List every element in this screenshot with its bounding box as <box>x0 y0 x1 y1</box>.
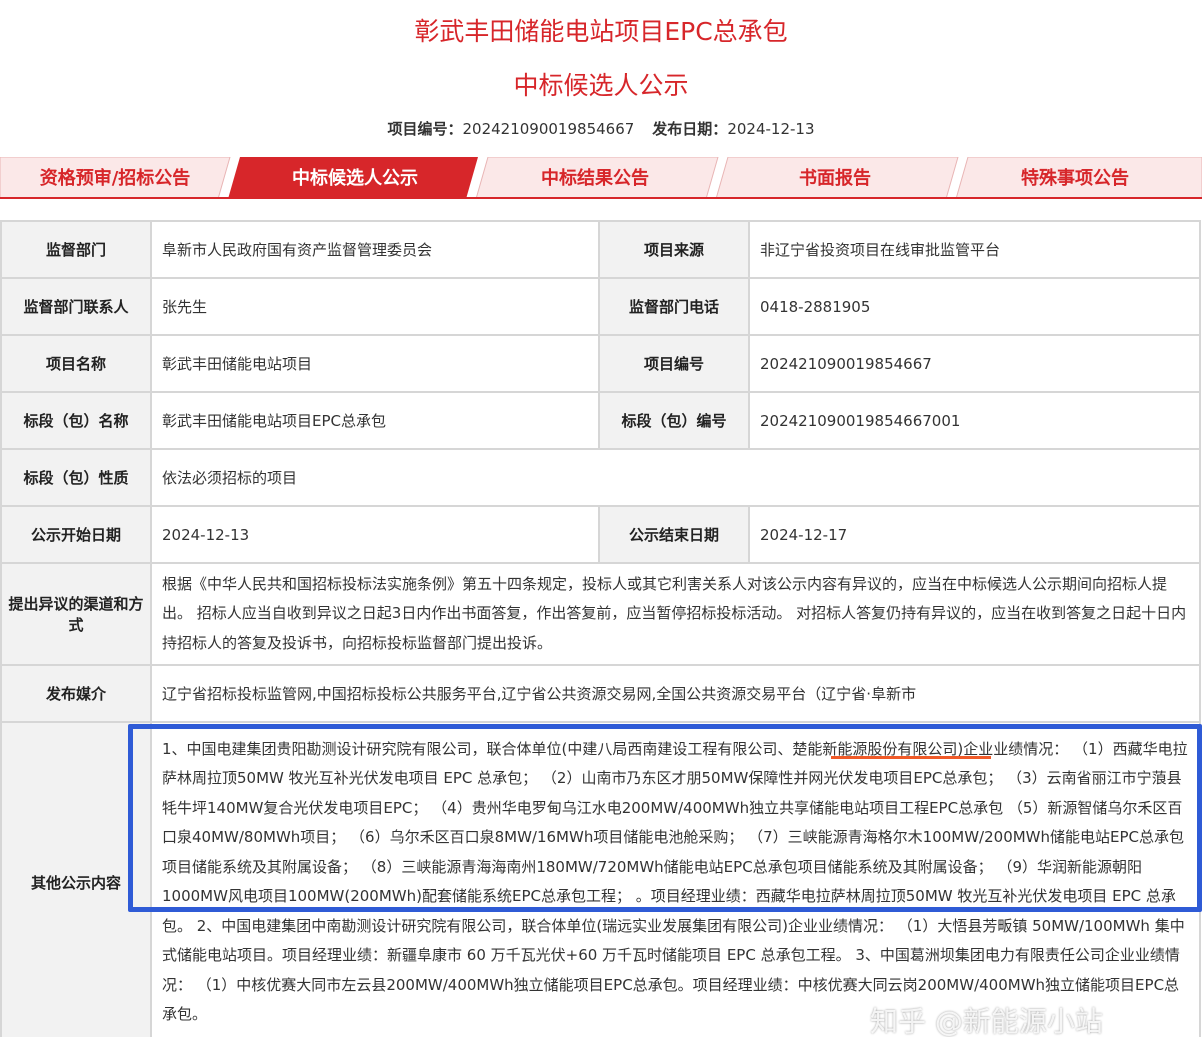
project-meta: 项目编号：202421090019854667 发布日期：2024-12-13 <box>0 118 1202 139</box>
section-no-label: 标段（包）编号 <box>598 391 750 450</box>
table-row: 公示开始日期 2024-12-13 公示结束日期 2024-12-17 <box>0 505 1201 564</box>
tab-result-notice[interactable]: 中标结果公告 <box>480 157 710 199</box>
project-no-cell-label: 项目编号 <box>598 334 750 393</box>
end-date-label: 公示结束日期 <box>598 505 750 564</box>
end-date-value: 2024-12-17 <box>748 505 1201 564</box>
table-row: 项目名称 彰武丰田储能电站项目 项目编号 202421090019854667 <box>0 334 1201 393</box>
project-no-value: 202421090019854667 <box>462 120 635 138</box>
start-date-value: 2024-12-13 <box>150 505 600 564</box>
page-subtitle: 中标候选人公示 <box>513 71 689 100</box>
contact-value: 张先生 <box>150 277 600 336</box>
other-content-value: 1、中国电建集团贵阳勘测设计研究院有限公司，联合体单位(中建八局西南建设工程有限… <box>150 721 1201 1037</box>
phone-value: 0418-2881905 <box>748 277 1201 336</box>
table-row: 标段（包）性质 依法必须招标的项目 <box>0 448 1201 507</box>
publish-date-value: 2024-12-13 <box>727 120 815 138</box>
media-label: 发布媒介 <box>0 664 152 723</box>
project-name-label: 项目名称 <box>0 334 152 393</box>
section-nature-label: 标段（包）性质 <box>0 448 152 507</box>
media-value: 辽宁省招标投标监管网,中国招标投标公共服务平台,辽宁省公共资源交易网,全国公共资… <box>150 664 1201 723</box>
project-no-label: 项目编号： <box>387 120 463 138</box>
objection-value: 根据《中华人民共和国招标投标法实施条例》第五十四条规定，投标人或其它利害关系人对… <box>150 562 1201 666</box>
start-date-label: 公示开始日期 <box>0 505 152 564</box>
section-no-value: 202421090019854667001 <box>748 391 1201 450</box>
table-row: 标段（包）名称 彰武丰田储能电站项目EPC总承包 标段（包）编号 2024210… <box>0 391 1201 450</box>
project-source-value: 非辽宁省投资项目在线审批监管平台 <box>748 220 1201 279</box>
page-title: 彰武丰田储能电站项目EPC总承包 <box>414 17 788 46</box>
section-name-value: 彰武丰田储能电站项目EPC总承包 <box>150 391 600 450</box>
table-row: 其他公示内容 1、中国电建集团贵阳勘测设计研究院有限公司，联合体单位(中建八局西… <box>0 721 1201 1037</box>
table-row: 监督部门联系人 张先生 监督部门电话 0418-2881905 <box>0 277 1201 336</box>
tab-candidate-notice[interactable]: 中标候选人公示 <box>238 157 472 199</box>
supervisor-dept-label: 监督部门 <box>0 220 152 279</box>
table-row: 提出异议的渠道和方式 根据《中华人民共和国招标投标法实施条例》第五十四条规定，投… <box>0 562 1201 666</box>
objection-label: 提出异议的渠道和方式 <box>0 562 152 666</box>
section-nature-value: 依法必须招标的项目 <box>150 448 1201 507</box>
supervisor-dept-value: 阜新市人民政府国有资产监督管理委员会 <box>150 220 600 279</box>
other-content-label: 其他公示内容 <box>0 721 152 1037</box>
tab-special-notice[interactable]: 特殊事项公告 <box>960 157 1190 199</box>
project-source-label: 项目来源 <box>598 220 750 279</box>
notice-tabs: 资格预审/招标公告 中标候选人公示 中标结果公告 书面报告 特殊事项公告 <box>0 157 1202 199</box>
notice-info-table: 监督部门 阜新市人民政府国有资产监督管理委员会 项目来源 非辽宁省投资项目在线审… <box>0 220 1201 1037</box>
phone-label: 监督部门电话 <box>598 277 750 336</box>
contact-label: 监督部门联系人 <box>0 277 152 336</box>
highlight-underline <box>831 756 991 759</box>
project-no-cell-value: 202421090019854667 <box>748 334 1201 393</box>
publish-date-label: 发布日期： <box>652 120 728 138</box>
watermark: 知乎 @新能源小站 <box>870 1005 1103 1037</box>
table-row: 监督部门 阜新市人民政府国有资产监督管理委员会 项目来源 非辽宁省投资项目在线审… <box>0 220 1201 279</box>
tab-written-report[interactable]: 书面报告 <box>720 157 950 199</box>
tab-prequalification-notice[interactable]: 资格预审/招标公告 <box>0 157 230 199</box>
section-name-label: 标段（包）名称 <box>0 391 152 450</box>
project-name-value: 彰武丰田储能电站项目 <box>150 334 600 393</box>
table-row: 发布媒介 辽宁省招标投标监管网,中国招标投标公共服务平台,辽宁省公共资源交易网,… <box>0 664 1201 723</box>
